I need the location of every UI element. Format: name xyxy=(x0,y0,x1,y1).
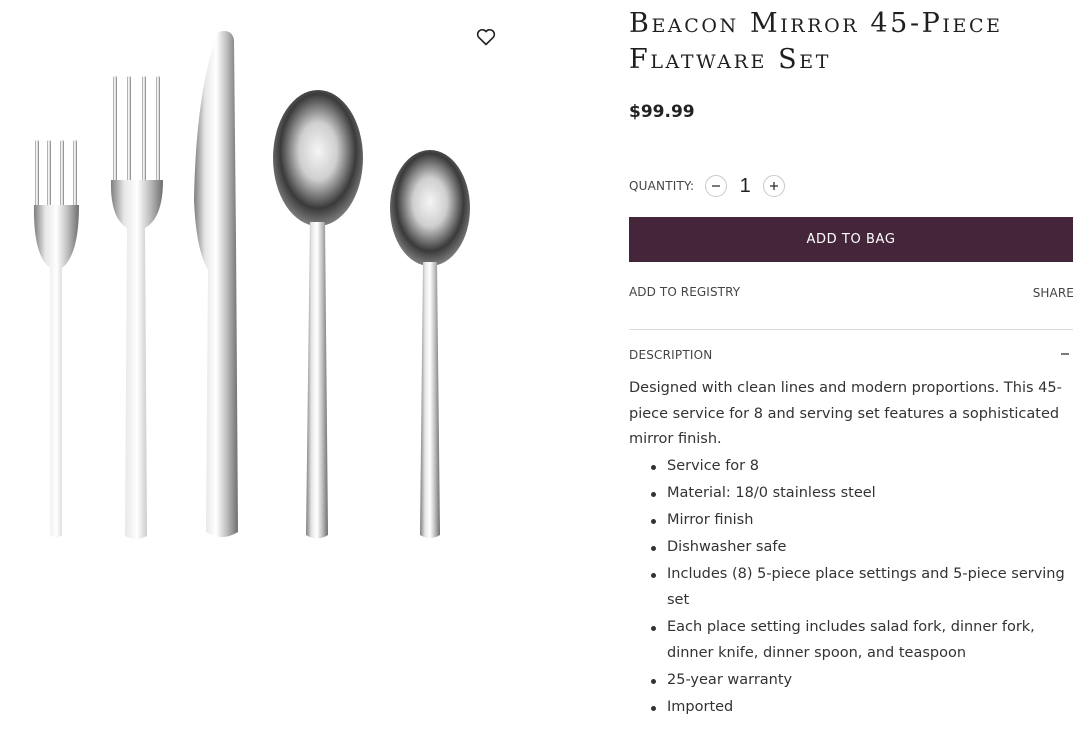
list-item: Each place setting includes salad fork, … xyxy=(651,615,1069,666)
description-title: DESCRIPTION xyxy=(629,348,713,362)
list-item: Dishwasher safe xyxy=(651,535,1069,561)
list-item: 25-year warranty xyxy=(651,668,1069,694)
collapse-minus-icon[interactable] xyxy=(1057,346,1073,362)
dinner-spoon xyxy=(273,90,363,539)
list-item: Includes (8) 5-piece place settings and … xyxy=(651,562,1069,613)
minus-icon xyxy=(712,185,721,187)
list-item: Imported xyxy=(651,695,1069,721)
product-image-gallery xyxy=(0,0,540,733)
flatware-product-image xyxy=(33,31,470,539)
dinner-fork xyxy=(110,76,163,539)
product-price: $99.99 xyxy=(629,102,695,122)
description-bullet-list: Service for 8 Material: 18/0 stainless s… xyxy=(629,454,1069,720)
salad-fork xyxy=(33,140,79,538)
quantity-increment-button[interactable] xyxy=(763,175,786,197)
divider xyxy=(629,329,1073,330)
list-item: Mirror finish xyxy=(651,508,1069,534)
description-body: Designed with clean lines and modern pro… xyxy=(629,376,1069,720)
description-intro: Designed with clean lines and modern pro… xyxy=(629,380,1062,447)
list-item: Material: 18/0 stainless steel xyxy=(651,481,1069,507)
quantity-label: QUANTITY: xyxy=(629,179,695,193)
quantity-value[interactable]: 1 xyxy=(727,175,763,198)
add-to-bag-button[interactable]: ADD TO BAG xyxy=(629,217,1073,262)
plus-icon xyxy=(770,182,779,190)
wishlist-button[interactable] xyxy=(476,28,500,52)
list-item: Service for 8 xyxy=(651,454,1069,480)
description-accordion-header[interactable]: DESCRIPTION xyxy=(629,346,1073,366)
product-title: Beacon Mirror 45-Piece Flatware Set xyxy=(629,8,1003,75)
add-to-registry-link[interactable]: ADD TO REGISTRY xyxy=(629,285,740,299)
heart-icon xyxy=(476,28,496,46)
dinner-knife xyxy=(194,31,238,537)
quantity-decrement-button[interactable] xyxy=(705,175,728,197)
share-link[interactable]: SHARE xyxy=(1033,286,1074,300)
teaspoon xyxy=(390,150,470,538)
quantity-stepper: QUANTITY: 1 xyxy=(629,172,786,200)
